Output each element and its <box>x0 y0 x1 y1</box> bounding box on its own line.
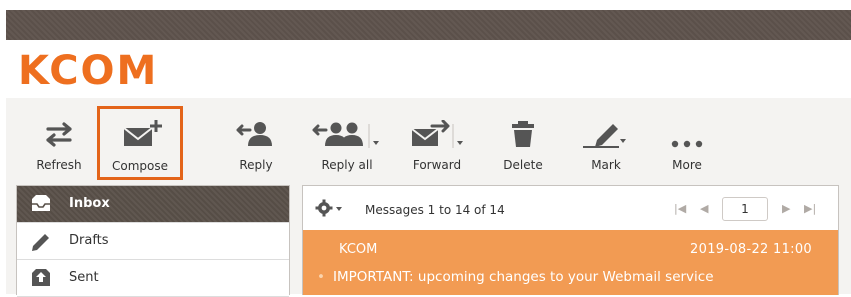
message-subject-line: • IMPORTANT: upcoming changes to your Web… <box>317 269 714 285</box>
reply-all-icon <box>308 120 386 148</box>
refresh-button[interactable]: Refresh <box>30 114 88 176</box>
prev-page-button[interactable]: ◀ <box>700 202 708 215</box>
first-page-button[interactable]: |◀ <box>674 202 686 215</box>
inbox-icon <box>29 193 53 215</box>
reply-all-button[interactable]: Reply all <box>308 114 386 176</box>
folder-item-drafts[interactable]: Drafts <box>17 223 289 260</box>
folder-list: Inbox Drafts Sent <box>16 185 290 297</box>
forward-button[interactable]: Forward <box>402 114 472 176</box>
compose-icon <box>100 120 180 148</box>
reply-all-label: Reply all <box>321 158 373 172</box>
mark-button[interactable]: Mark <box>575 114 637 176</box>
more-label: More <box>672 158 702 172</box>
pagination: |◀ ◀ 1 ▶ ▶| <box>666 197 826 221</box>
last-page-button[interactable]: ▶| <box>804 202 816 215</box>
forward-icon <box>402 119 472 148</box>
pen-icon <box>575 120 637 148</box>
message-count: Messages 1 to 14 of 14 <box>365 203 505 217</box>
list-options-gear-icon[interactable] <box>315 199 345 217</box>
compose-label: Compose <box>111 159 168 173</box>
top-header-bar <box>6 10 851 40</box>
reply-icon <box>226 120 286 148</box>
more-dots-icon <box>657 120 717 148</box>
refresh-label: Refresh <box>36 158 82 172</box>
delete-label: Delete <box>503 158 543 172</box>
folder-item-sent[interactable]: Sent <box>17 260 289 297</box>
compose-button[interactable]: Compose <box>97 106 183 180</box>
pencil-icon <box>29 230 53 252</box>
forward-label: Forward <box>412 158 462 172</box>
folder-label-inbox: Inbox <box>69 196 110 211</box>
mark-label: Mark <box>591 158 621 172</box>
unread-dot-icon: • <box>317 269 325 285</box>
reply-button[interactable]: Reply <box>226 114 286 176</box>
message-date: 2019-08-22 11:00 <box>690 242 812 257</box>
message-list-header: Messages 1 to 14 of 14 |◀ ◀ 1 ▶ ▶| <box>303 186 838 230</box>
delete-button[interactable]: Delete <box>493 114 553 176</box>
kcom-logo: KCOM <box>18 48 159 94</box>
trash-icon <box>493 120 553 148</box>
folder-label-sent: Sent <box>69 270 99 285</box>
next-page-button[interactable]: ▶ <box>782 202 790 215</box>
more-button[interactable]: More <box>657 114 717 176</box>
folder-item-inbox[interactable]: Inbox <box>17 186 289 223</box>
message-list-panel: Messages 1 to 14 of 14 |◀ ◀ 1 ▶ ▶| KCOM … <box>302 185 839 295</box>
reply-label: Reply <box>239 158 273 172</box>
refresh-icon <box>30 120 88 148</box>
message-row[interactable]: KCOM 2019-08-22 11:00 • IMPORTANT: upcomi… <box>303 230 838 295</box>
message-sender: KCOM <box>339 242 378 257</box>
sent-icon <box>29 267 53 289</box>
page-number-input[interactable]: 1 <box>722 197 768 221</box>
folder-label-drafts: Drafts <box>69 233 109 248</box>
message-subject: IMPORTANT: upcoming changes to your Webm… <box>332 269 714 285</box>
